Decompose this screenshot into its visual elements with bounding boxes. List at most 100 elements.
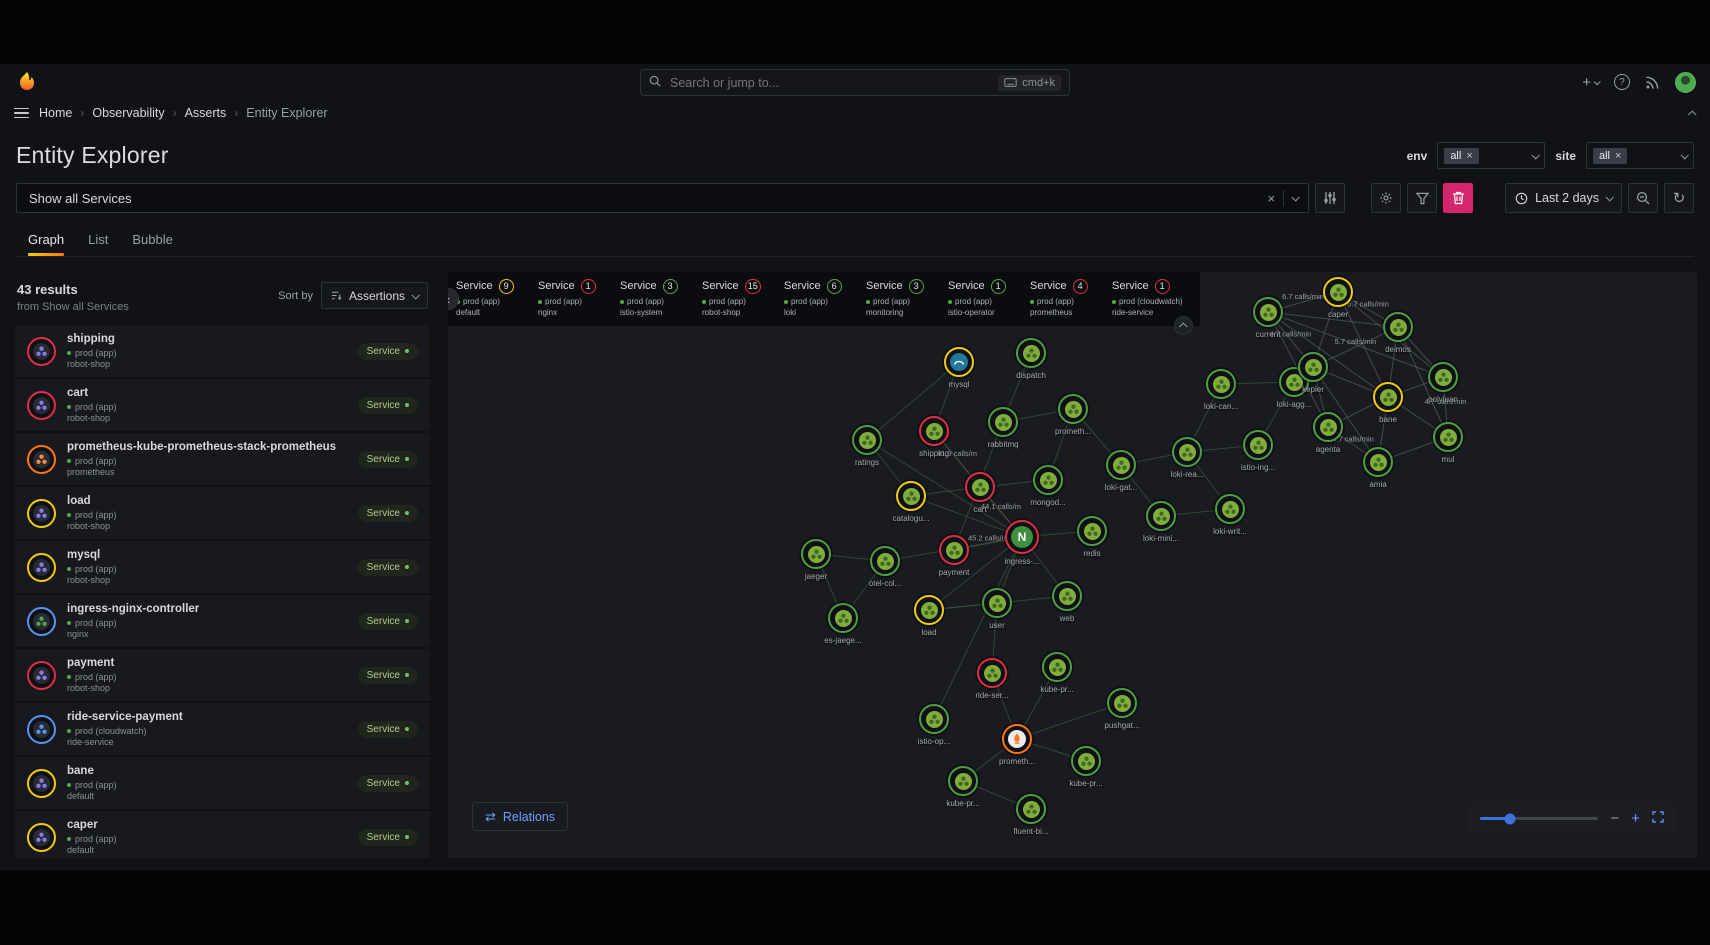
graph-node-catalogue[interactable] — [896, 481, 926, 511]
breadcrumb-item[interactable]: Home — [39, 106, 72, 120]
graph-node-kube_pr2[interactable] — [1071, 746, 1101, 776]
graph-node-kepler[interactable] — [1298, 352, 1328, 382]
graph-node-caper[interactable] — [1323, 277, 1353, 307]
graph-node-shipping[interactable] — [919, 416, 949, 446]
tab-list[interactable]: List — [88, 232, 108, 256]
zoom-slider[interactable] — [1480, 813, 1599, 824]
graph-node-loki_rea[interactable] — [1172, 437, 1202, 467]
graph-node-es_jaeger[interactable] — [828, 603, 858, 633]
news-icon[interactable] — [1645, 75, 1660, 90]
graph-node-user[interactable] — [982, 588, 1012, 618]
collapse-legend-icon[interactable] — [1174, 316, 1193, 335]
graph-node-ingress[interactable]: N — [1005, 520, 1039, 554]
zoom-out-button[interactable]: − — [1610, 811, 1619, 826]
service-icon — [27, 822, 56, 852]
graph-node-pushgat[interactable] — [1107, 688, 1137, 718]
service-list-item[interactable]: mysql prod (app) robot-shop Service — [15, 541, 430, 595]
legend-group[interactable]: Service 4 prod (app) prometheus — [1030, 279, 1110, 319]
sort-select[interactable]: Assertions — [320, 282, 428, 309]
graph-node-otel[interactable] — [870, 546, 900, 576]
env-select[interactable]: all × — [1437, 142, 1546, 169]
service-list-item[interactable]: shipping prod (app) robot-shop Service — [15, 325, 430, 379]
graph-node-polyjuan[interactable] — [1428, 362, 1458, 392]
legend-group[interactable]: Service 1 prod (cloudwatch) ride-service — [1112, 279, 1192, 319]
graph-node-web[interactable] — [1052, 581, 1082, 611]
graph-node-cart[interactable] — [965, 472, 995, 502]
tab-graph[interactable]: Graph — [28, 232, 65, 256]
graph-node-current[interactable] — [1253, 297, 1283, 327]
graph-node-payment[interactable] — [939, 535, 969, 565]
service-list-item[interactable]: bane prod (app) default Service — [15, 757, 430, 811]
zoom-in-button[interactable]: + — [1631, 811, 1640, 826]
service-list-item[interactable]: prometheus-kube-prometheus-stack-prometh… — [15, 433, 430, 487]
graph-node-ratings[interactable] — [852, 425, 882, 455]
legend-group[interactable]: Service 1 prod (app) nginx — [538, 279, 618, 319]
site-select[interactable]: all × — [1586, 142, 1694, 169]
graph-node-loki_gat[interactable] — [1106, 450, 1136, 480]
graph-node-jaeger[interactable] — [801, 539, 831, 569]
filter-options-button[interactable] — [1315, 183, 1346, 213]
graph-node-amia[interactable] — [1363, 447, 1393, 477]
refresh-button[interactable]: ↻ — [1664, 183, 1694, 213]
collapse-header-icon[interactable] — [1688, 104, 1697, 122]
graph-node-mul[interactable] — [1433, 422, 1463, 452]
graph-node-bane[interactable] — [1373, 382, 1403, 412]
settings-button[interactable] — [1371, 183, 1402, 213]
legend-group[interactable]: Service 9 prod (app) default — [456, 279, 536, 319]
filter-button[interactable] — [1407, 183, 1438, 213]
graph-node-load[interactable] — [914, 595, 944, 625]
help-icon[interactable]: ? — [1614, 74, 1630, 90]
graph-node-rabbitmq[interactable] — [988, 407, 1018, 437]
zoom-slider-knob[interactable] — [1504, 813, 1516, 824]
service-list-item[interactable]: cart prod (app) robot-shop Service — [15, 379, 430, 433]
search-input[interactable] — [668, 74, 992, 91]
grafana-logo-icon[interactable] — [14, 69, 40, 95]
remove-env-value-icon[interactable]: × — [1466, 150, 1472, 162]
breadcrumb-item[interactable]: Observability — [92, 106, 164, 120]
legend-group[interactable]: Service 1 prod (app) istio-operator — [948, 279, 1028, 319]
legend-group[interactable]: Service 3 prod (app) monitoring — [866, 279, 946, 319]
graph-node-agenta[interactable] — [1313, 412, 1343, 442]
service-list-item[interactable]: load prod (app) robot-shop Service — [15, 487, 430, 541]
legend-group[interactable]: Service 15 prod (app) robot-shop — [702, 279, 782, 319]
breadcrumb-item[interactable]: Asserts — [185, 106, 227, 120]
global-search[interactable]: cmd+k — [640, 69, 1070, 96]
graph-node-mongodb[interactable] — [1033, 465, 1063, 495]
service-list-item[interactable]: ingress-nginx-controller prod (app) nginx S… — [15, 595, 430, 649]
service-list-item[interactable]: caper prod (app) default Service — [15, 811, 430, 858]
relations-button[interactable]: ⇄ Relations — [472, 802, 569, 831]
graph-node-fluent[interactable] — [1016, 794, 1046, 824]
delete-button[interactable] — [1443, 183, 1474, 213]
graph-node-istio_op[interactable] — [919, 704, 949, 734]
service-filter-value[interactable] — [27, 189, 1260, 207]
graph-node-istio_ing[interactable] — [1243, 430, 1273, 460]
chevron-down-icon[interactable] — [1291, 193, 1301, 202]
tab-bubble[interactable]: Bubble — [132, 232, 172, 256]
graph-node-loki_writ[interactable] — [1215, 494, 1245, 524]
fullscreen-button[interactable] — [1652, 811, 1664, 826]
graph-node-mysql[interactable] — [944, 347, 974, 377]
remove-site-value-icon[interactable]: × — [1615, 150, 1621, 162]
graph-node-prometheus[interactable] — [1058, 394, 1088, 424]
graph-node-redis[interactable] — [1077, 516, 1107, 546]
service-list-item[interactable]: ride-service-payment prod (cloudwatch) rid… — [15, 703, 430, 757]
zoom-out-time-button[interactable] — [1628, 183, 1658, 213]
graph-node-prometh2[interactable] — [1002, 724, 1032, 754]
user-avatar[interactable] — [1675, 71, 1696, 93]
time-range-picker[interactable]: Last 2 days — [1505, 183, 1622, 213]
service-filter-input[interactable]: × — [16, 183, 1310, 213]
graph-node-deimos[interactable] — [1383, 312, 1413, 342]
graph-node-label: istio-ing... — [1240, 463, 1276, 472]
graph-node-kube_pr3[interactable] — [948, 766, 978, 796]
graph-node-loki_mini[interactable] — [1146, 501, 1176, 531]
graph-node-ride_ser[interactable] — [977, 658, 1007, 688]
legend-group[interactable]: Service 6 prod (app) loki — [784, 279, 864, 319]
menu-toggle-icon[interactable] — [14, 107, 29, 119]
clear-filter-icon[interactable]: × — [1267, 191, 1275, 206]
graph-node-kube_pr1[interactable] — [1042, 652, 1072, 682]
new-menu-button[interactable]: + — [1582, 74, 1601, 91]
graph-node-loki_can[interactable] — [1206, 369, 1236, 399]
legend-group[interactable]: Service 3 prod (app) istio-system — [620, 279, 700, 319]
graph-node-dispatch[interactable] — [1016, 338, 1046, 368]
service-list-item[interactable]: payment prod (app) robot-shop Service — [15, 649, 430, 703]
